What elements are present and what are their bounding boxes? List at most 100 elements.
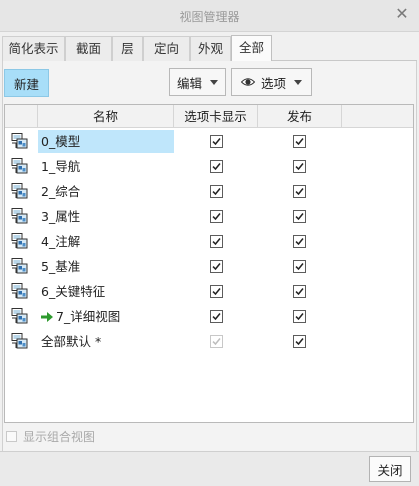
view-name-cell[interactable]: 5_基准 — [38, 255, 174, 278]
tab-all[interactable]: 全部 — [231, 35, 272, 62]
view-icon — [11, 158, 28, 174]
tab-display-checkbox[interactable] — [210, 235, 223, 248]
table-row[interactable]: 5_基准 — [5, 254, 413, 279]
view-name-cell[interactable]: 1_导航 — [38, 155, 174, 178]
table-row[interactable]: 2_综合 — [5, 179, 413, 204]
table-row[interactable]: 0_模型 — [5, 129, 413, 154]
header-tab-display[interactable]: 选项卡显示 — [174, 105, 258, 128]
publish-checkbox[interactable] — [293, 335, 306, 348]
view-icon — [11, 233, 28, 249]
tab-display-checkbox[interactable] — [210, 335, 223, 348]
new-button[interactable]: 新建 — [4, 69, 49, 97]
show-combined-view-checkbox[interactable]: 显示组合视图 — [6, 429, 96, 444]
table-row[interactable]: 1_导航 — [5, 154, 413, 179]
view-icon — [11, 258, 28, 274]
edit-button-label: 编辑 — [176, 75, 202, 91]
view-icon — [11, 283, 28, 299]
bottom-button-bar — [0, 451, 419, 486]
checkmark-icon — [212, 263, 221, 271]
tab-appearance[interactable]: 外观 — [190, 36, 231, 61]
header-icon-column — [5, 105, 38, 128]
tab-display-checkbox[interactable] — [210, 135, 223, 148]
view-name-label: 5_基准 — [41, 259, 81, 274]
table-row[interactable]: 全部默认 * — [5, 329, 413, 354]
view-name-label: 7_详细视图 — [56, 309, 121, 324]
view-icon — [11, 133, 28, 149]
checkmark-icon — [212, 313, 221, 321]
checkmark-icon — [295, 263, 304, 271]
publish-checkbox[interactable] — [293, 185, 306, 198]
table-header: 名称 选项卡显示 发布 — [5, 105, 413, 128]
table-row[interactable]: 3_属性 — [5, 204, 413, 229]
view-name-cell[interactable]: 0_模型 — [38, 130, 174, 153]
checkmark-icon — [212, 188, 221, 196]
view-name-cell[interactable]: 7_详细视图 — [38, 305, 174, 328]
table-row[interactable]: 7_详细视图 — [5, 304, 413, 329]
view-name-label: 3_属性 — [41, 209, 81, 224]
title-bar: 视图管理器 ✕ — [0, 0, 419, 32]
checkmark-icon — [295, 163, 304, 171]
show-combined-view-label: 显示组合视图 — [23, 429, 96, 444]
checkmark-icon — [295, 238, 304, 246]
tab-display-checkbox[interactable] — [210, 185, 223, 198]
checkmark-icon — [295, 288, 304, 296]
options-menu-button[interactable]: 选项 — [231, 68, 312, 96]
view-name-label: 全部默认 * — [41, 334, 102, 349]
view-icon — [11, 208, 28, 224]
publish-checkbox[interactable] — [293, 235, 306, 248]
table-row[interactable]: 4_注解 — [5, 229, 413, 254]
options-button-label: 选项 — [260, 75, 286, 91]
view-name-label: 6_关键特征 — [41, 284, 106, 299]
header-name[interactable]: 名称 — [38, 105, 174, 128]
publish-checkbox[interactable] — [293, 310, 306, 323]
new-button-label: 新建 — [13, 76, 39, 92]
view-name-cell[interactable]: 全部默认 * — [38, 330, 174, 353]
publish-checkbox[interactable] — [293, 285, 306, 298]
publish-checkbox[interactable] — [293, 160, 306, 173]
checkbox-box[interactable] — [6, 430, 17, 442]
close-button[interactable]: 关闭 — [369, 456, 411, 482]
edit-menu-button[interactable]: 编辑 — [169, 68, 226, 96]
view-icon — [11, 333, 28, 349]
view-name-label: 1_导航 — [41, 159, 81, 174]
header-publish[interactable]: 发布 — [258, 105, 342, 128]
tab-display-checkbox[interactable] — [210, 310, 223, 323]
tab-layers[interactable]: 层 — [112, 36, 143, 61]
publish-checkbox[interactable] — [293, 135, 306, 148]
view-name-cell[interactable]: 6_关键特征 — [38, 280, 174, 303]
tab-strip: 简化表示 截面层定向 外观 全部 — [2, 35, 417, 62]
view-name-label: 2_综合 — [41, 184, 81, 199]
checkmark-icon — [212, 213, 221, 221]
tab-display-checkbox[interactable] — [210, 160, 223, 173]
close-icon[interactable]: ✕ — [393, 5, 411, 23]
checkmark-icon — [212, 238, 221, 246]
checkmark-icon — [212, 163, 221, 171]
view-icon — [11, 308, 28, 324]
view-icon — [11, 183, 28, 199]
table-row[interactable]: 6_关键特征 — [5, 279, 413, 304]
tab-sections[interactable]: 截面 — [65, 36, 112, 61]
checkmark-icon — [212, 338, 221, 346]
view-name-cell[interactable]: 3_属性 — [38, 205, 174, 228]
chevron-down-icon — [210, 79, 218, 85]
checkmark-icon — [295, 188, 304, 196]
publish-checkbox[interactable] — [293, 210, 306, 223]
tab-display-checkbox[interactable] — [210, 210, 223, 223]
view-name-label: 4_注解 — [41, 234, 81, 249]
checkmark-icon — [212, 138, 221, 146]
view-name-cell[interactable]: 2_综合 — [38, 180, 174, 203]
publish-checkbox[interactable] — [293, 260, 306, 273]
tab-orient[interactable]: 定向 — [143, 36, 190, 61]
checkmark-icon — [212, 288, 221, 296]
checkmark-icon — [295, 138, 304, 146]
tab-simplified[interactable]: 简化表示 — [2, 36, 65, 61]
active-arrow-icon — [41, 312, 53, 322]
view-name-cell[interactable]: 4_注解 — [38, 230, 174, 253]
close-button-label: 关闭 — [377, 462, 403, 478]
tab-display-checkbox[interactable] — [210, 260, 223, 273]
eye-icon — [240, 78, 255, 86]
checkmark-icon — [295, 338, 304, 346]
chevron-down-icon — [294, 79, 302, 85]
checkmark-icon — [295, 213, 304, 221]
tab-display-checkbox[interactable] — [210, 285, 223, 298]
